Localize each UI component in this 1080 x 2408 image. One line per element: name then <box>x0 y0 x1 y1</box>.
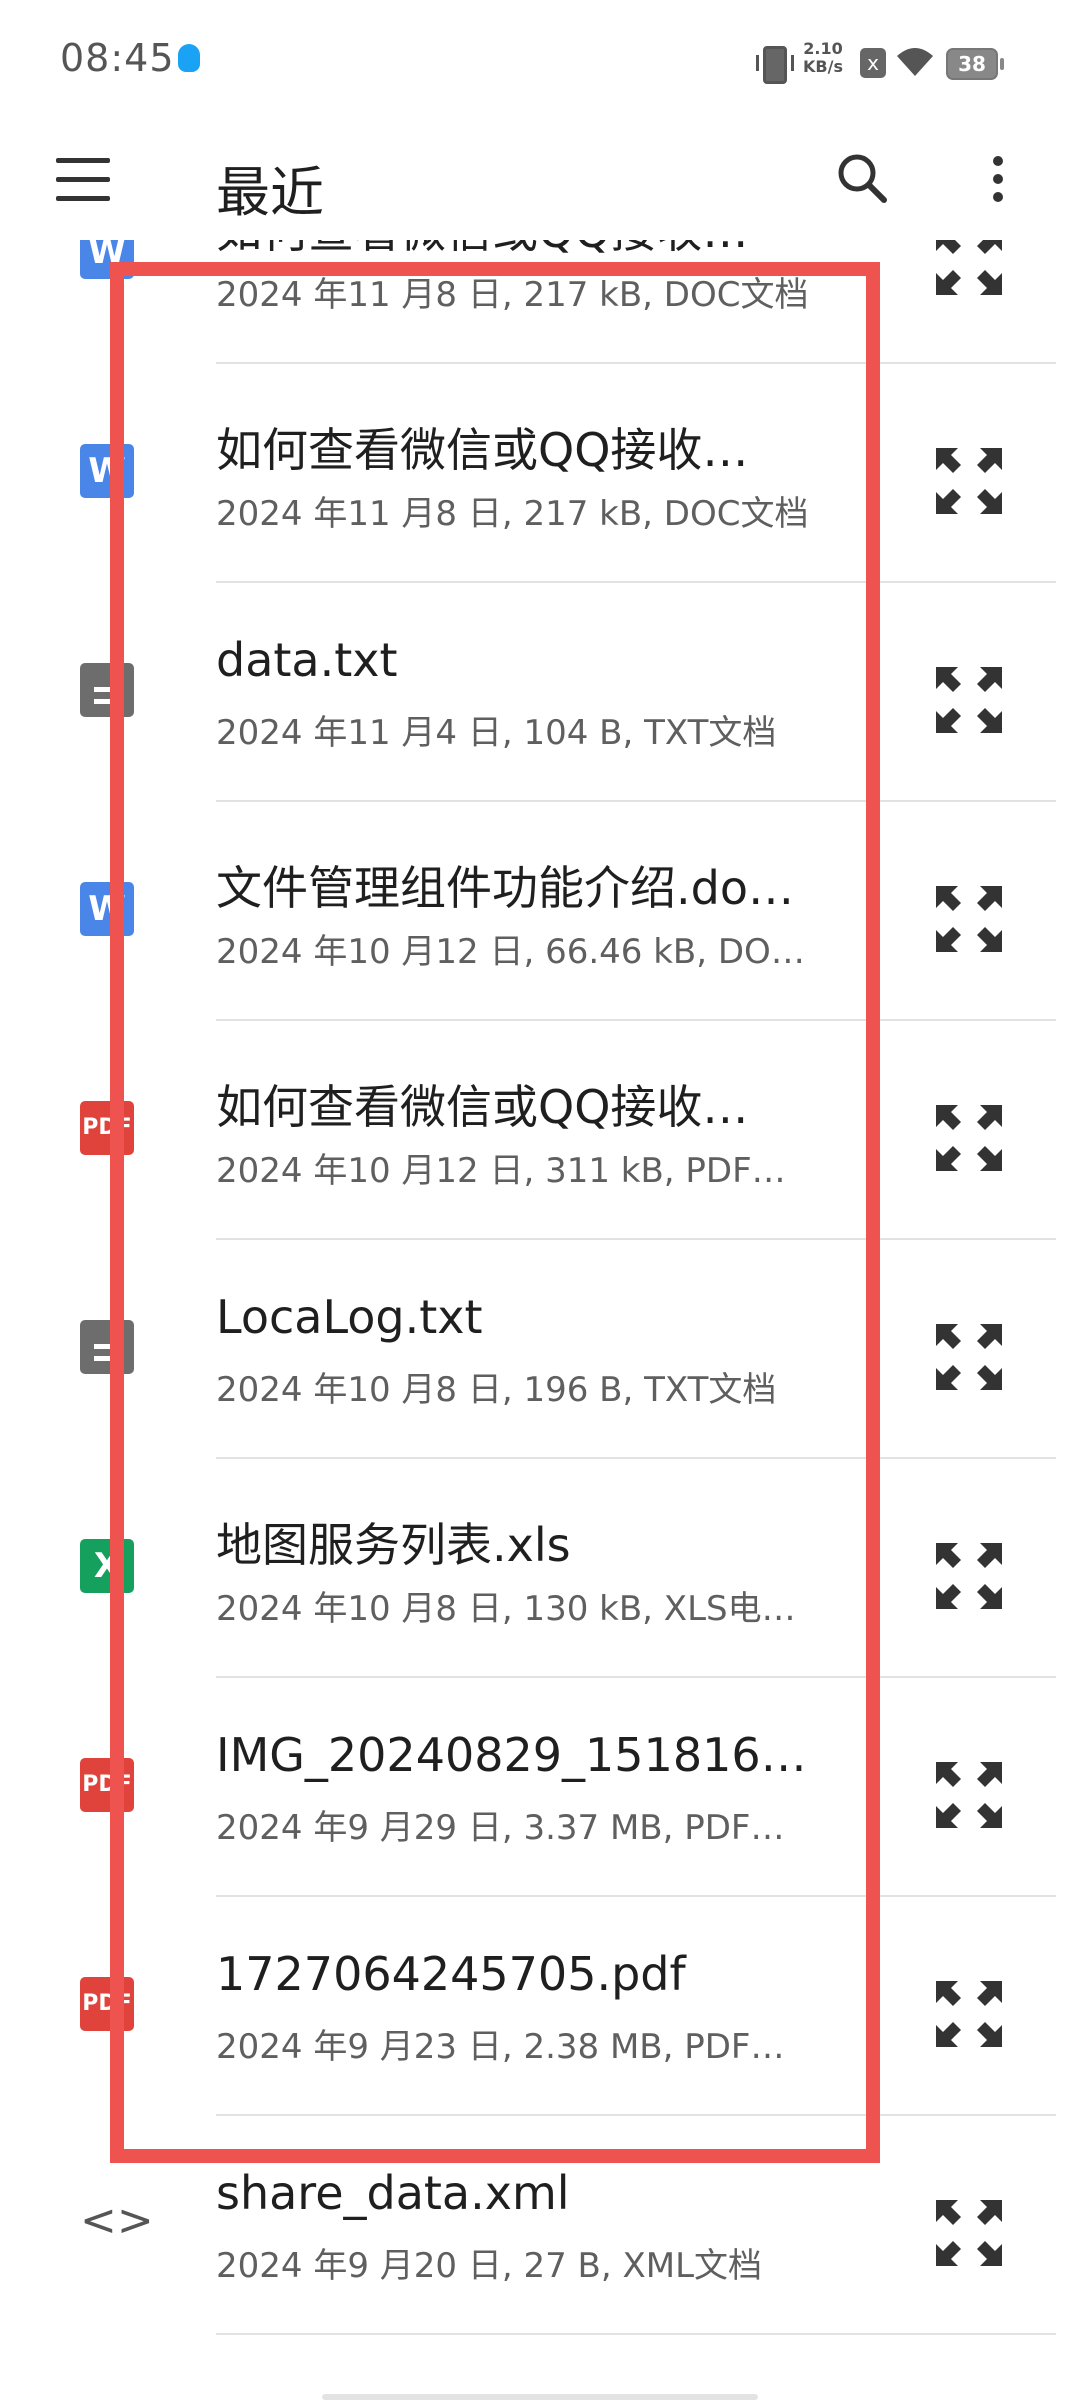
expand-icon[interactable] <box>932 1758 1006 1832</box>
file-row[interactable]: W 如何查看微信或QQ接收… 2024 年11 月8 日, 217 kB, DOC文… <box>0 364 1080 583</box>
doc-file-icon: W <box>80 882 134 936</box>
vibrate-icon <box>756 46 794 84</box>
file-name: 如何查看微信或QQ接收… <box>216 240 816 261</box>
pdf-file-icon: PDF <box>80 1101 134 1155</box>
expand-icon[interactable] <box>932 1320 1006 1394</box>
status-time: 08:45 <box>60 36 175 80</box>
expand-icon[interactable] <box>932 1101 1006 1175</box>
file-row[interactable]: PDF IMG_20240829_151816.pdf 2024 年9 月29 日,… <box>0 1678 1080 1897</box>
expand-icon[interactable] <box>932 663 1006 737</box>
file-meta: 2024 年10 月12 日, 66.46 kB, DOC… <box>216 932 816 972</box>
file-meta: 2024 年10 月12 日, 311 kB, PDF文档 <box>216 1151 816 1191</box>
file-meta: 2024 年10 月8 日, 130 kB, XLS电子… <box>216 1589 816 1629</box>
more-vert-icon[interactable] <box>990 152 1006 208</box>
file-row[interactable]: <> share_data.xml 2024 年9 月20 日, 27 B, XML… <box>0 2116 1080 2335</box>
file-meta: 2024 年9 月23 日, 2.38 MB, PDF文档 <box>216 2027 816 2067</box>
file-meta: 2024 年11 月8 日, 217 kB, DOC文档 <box>216 275 809 315</box>
file-meta: 2024 年9 月29 日, 3.37 MB, PDF文档 <box>216 1808 816 1848</box>
expand-icon[interactable] <box>932 240 1006 299</box>
file-row[interactable]: LocaLog.txt 2024 年10 月8 日, 196 B, TXT文档 <box>0 1240 1080 1459</box>
no-sim-icon: x <box>860 48 886 78</box>
file-name: 地图服务列表.xls <box>216 1518 571 1572</box>
qq-notification-icon <box>178 44 200 72</box>
recent-files-list[interactable]: W 如何查看微信或QQ接收… 2024 年11 月8 日, 217 kB, DOC文… <box>0 240 1080 2408</box>
file-row[interactable]: data.txt 2024 年11 月4 日, 104 B, TXT文档 <box>0 583 1080 802</box>
file-meta: 2024 年10 月8 日, 196 B, TXT文档 <box>216 1370 777 1410</box>
status-bar: 08:45 2.10 KB/s x 38 <box>0 0 1080 130</box>
expand-icon[interactable] <box>932 444 1006 518</box>
file-row[interactable]: PDF 1727064245705.pdf 2024 年9 月23 日, 2.38 … <box>0 1897 1080 2116</box>
file-name: 如何查看微信或QQ接收… <box>216 423 749 477</box>
network-speed: 2.10 KB/s <box>803 40 843 76</box>
expand-icon[interactable] <box>932 1977 1006 2051</box>
battery-icon: 38 <box>946 48 1004 80</box>
pdf-file-icon: PDF <box>80 1977 134 2031</box>
txt-file-icon <box>80 663 134 717</box>
file-name: IMG_20240829_151816.pdf <box>216 1728 816 1782</box>
doc-file-icon: W <box>80 444 134 498</box>
file-row[interactable]: X 地图服务列表.xls 2024 年10 月8 日, 130 kB, XLS电子… <box>0 1459 1080 1678</box>
expand-icon[interactable] <box>932 1539 1006 1613</box>
expand-icon[interactable] <box>932 2196 1006 2270</box>
file-row[interactable]: W 文件管理组件功能介绍.do… 2024 年10 月12 日, 66.46 kB,… <box>0 802 1080 1021</box>
divider <box>216 2333 1056 2335</box>
file-row[interactable]: W 如何查看微信或QQ接收… 2024 年11 月8 日, 217 kB, DOC文… <box>0 240 1080 364</box>
txt-file-icon <box>80 1320 134 1374</box>
doc-file-icon: W <box>80 240 134 279</box>
page-title: 最近 <box>216 161 324 224</box>
file-meta: 2024 年9 月20 日, 27 B, XML文档 <box>216 2246 763 2286</box>
xls-file-icon: X <box>80 1539 134 1593</box>
file-name: 文件管理组件功能介绍.do… <box>216 861 794 915</box>
file-name: 如何查看微信或QQ接收… <box>216 1080 749 1134</box>
file-meta: 2024 年11 月4 日, 104 B, TXT文档 <box>216 713 777 753</box>
search-icon[interactable] <box>834 150 890 206</box>
expand-icon[interactable] <box>932 882 1006 956</box>
pdf-file-icon: PDF <box>80 1758 134 1812</box>
file-name: share_data.xml <box>216 2166 570 2220</box>
file-meta: 2024 年11 月8 日, 217 kB, DOC文档 <box>216 494 809 534</box>
xml-file-icon: <> <box>80 2195 154 2246</box>
app-bar: 最近 <box>0 130 1080 240</box>
file-name: data.txt <box>216 633 398 687</box>
wifi-icon <box>897 48 933 76</box>
file-name: LocaLog.txt <box>216 1290 483 1344</box>
home-indicator[interactable] <box>322 2394 758 2400</box>
network-speed-value: 2.10 <box>803 39 843 58</box>
network-speed-unit: KB/s <box>803 57 843 76</box>
menu-icon[interactable] <box>56 158 110 202</box>
file-name: 1727064245705.pdf <box>216 1947 686 2001</box>
file-row[interactable]: PDF 如何查看微信或QQ接收… 2024 年10 月12 日, 311 kB, P… <box>0 1021 1080 1240</box>
